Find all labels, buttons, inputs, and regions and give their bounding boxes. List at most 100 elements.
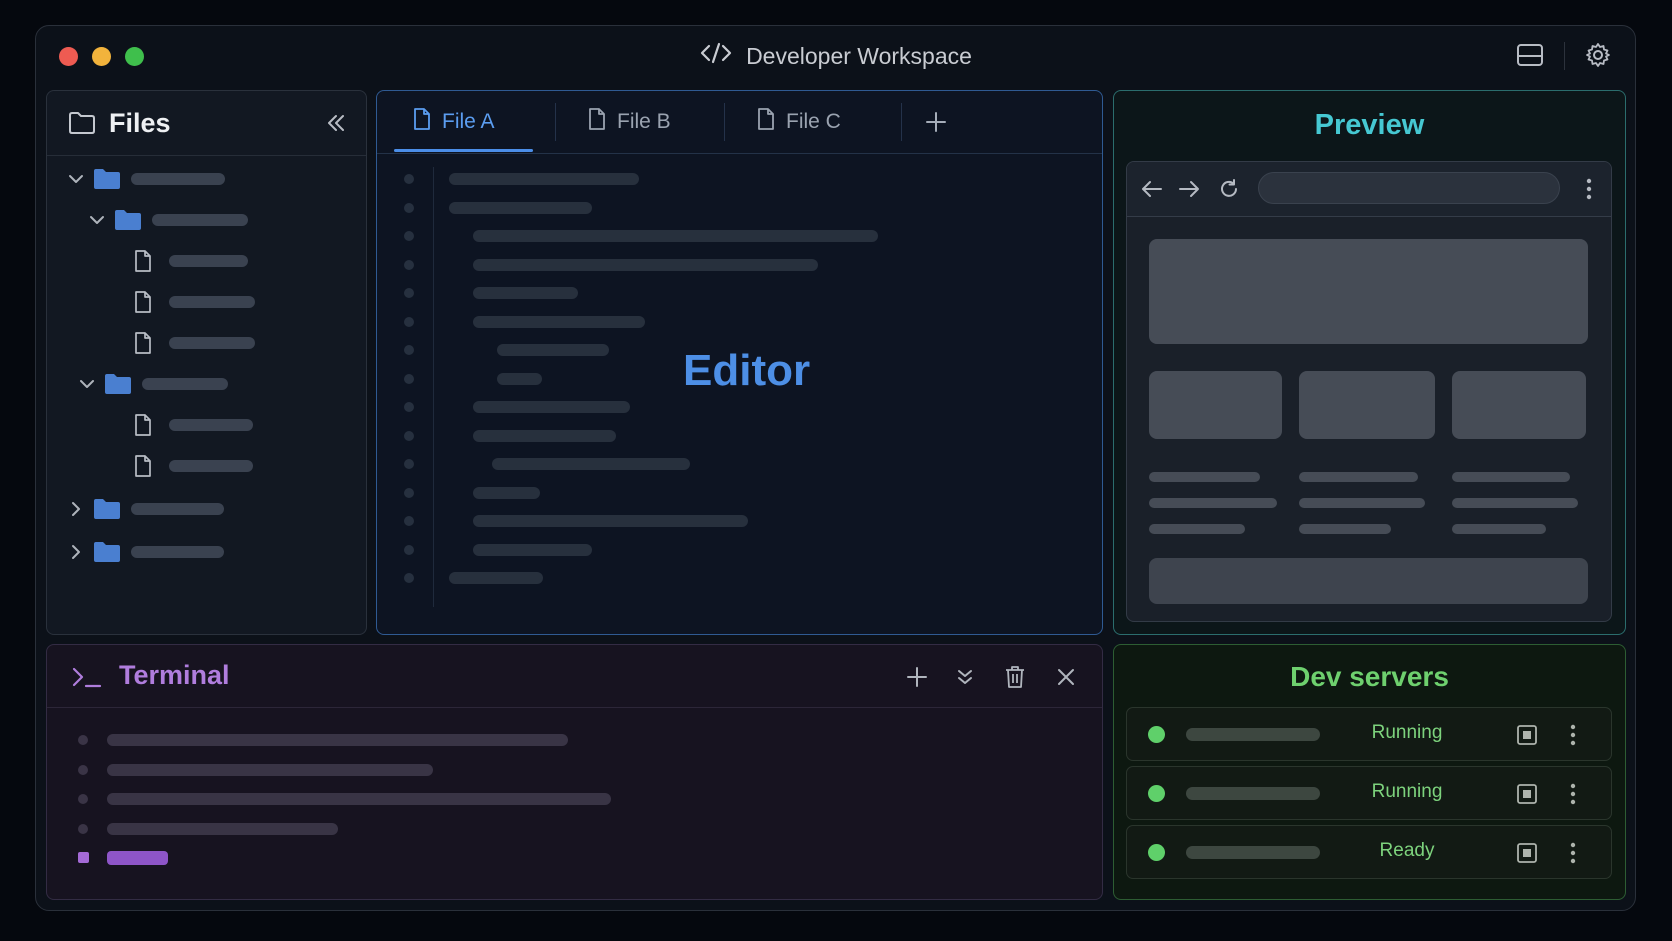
window-title: Developer Workspace xyxy=(746,42,972,69)
chevron-right-icon[interactable] xyxy=(67,544,85,560)
settings-gear-icon[interactable] xyxy=(1583,40,1613,70)
line-marker xyxy=(404,259,414,270)
line-marker xyxy=(404,459,414,469)
file-icon xyxy=(587,107,607,137)
close-icon[interactable] xyxy=(1053,664,1079,690)
tree-folder-row[interactable] xyxy=(47,368,366,400)
line-marker xyxy=(404,373,414,384)
file-icon xyxy=(133,413,153,437)
tree-file-row[interactable] xyxy=(47,286,366,318)
toolbar-divider xyxy=(1564,42,1565,70)
file-icon xyxy=(133,290,153,314)
address-bar[interactable] xyxy=(1258,172,1560,204)
tab-file-a[interactable]: File A xyxy=(412,91,495,153)
code-line-placeholder xyxy=(449,201,592,214)
back-arrow-icon[interactable] xyxy=(1139,176,1165,202)
code-line-placeholder xyxy=(449,173,639,185)
chevron-down-icon[interactable] xyxy=(88,212,106,228)
line-marker xyxy=(404,231,414,241)
reload-icon[interactable] xyxy=(1215,175,1243,203)
code-line-placeholder xyxy=(473,543,592,556)
layout-icon[interactable] xyxy=(1515,40,1545,70)
tab-divider xyxy=(555,103,556,141)
tree-file-row[interactable] xyxy=(47,450,366,482)
trash-icon[interactable] xyxy=(1002,663,1028,691)
tree-folder-row[interactable] xyxy=(47,163,366,195)
line-marker xyxy=(404,573,414,583)
file-name-placeholder xyxy=(169,419,253,431)
folder-icon xyxy=(93,168,121,190)
plus-icon[interactable] xyxy=(904,664,930,690)
code-line-placeholder xyxy=(473,258,818,271)
line-marker xyxy=(404,345,414,355)
code-icon xyxy=(700,41,732,71)
server-name-placeholder xyxy=(1186,728,1320,741)
terminal-panel: Terminal xyxy=(46,644,1103,900)
code-line-placeholder xyxy=(473,486,540,499)
file-name-placeholder xyxy=(169,460,253,472)
line-marker xyxy=(78,764,88,775)
terminal-prompt-icon xyxy=(71,665,103,689)
status-dot xyxy=(1148,844,1165,861)
folder-icon xyxy=(67,109,97,137)
card-block xyxy=(1299,371,1435,439)
tree-folder-row[interactable] xyxy=(47,536,366,568)
terminal-title: Terminal xyxy=(119,660,230,690)
tab-label: File A xyxy=(442,110,495,133)
plus-icon[interactable] xyxy=(922,108,950,136)
chevron-right-icon[interactable] xyxy=(67,501,85,517)
tab-file-c[interactable]: File C xyxy=(756,91,841,153)
server-row[interactable]: Running xyxy=(1126,766,1612,820)
active-tab-indicator xyxy=(394,149,533,152)
text-line-placeholder xyxy=(1452,524,1546,534)
dev-servers-title: Dev servers xyxy=(1290,661,1449,692)
more-vertical-icon[interactable] xyxy=(1563,781,1583,807)
line-marker xyxy=(404,288,414,298)
folder-name-placeholder xyxy=(131,546,224,558)
stop-icon[interactable] xyxy=(1514,840,1540,866)
more-vertical-icon[interactable] xyxy=(1563,722,1583,748)
line-marker xyxy=(404,544,414,555)
code-line-placeholder xyxy=(473,315,645,328)
forward-arrow-icon[interactable] xyxy=(1176,176,1202,202)
hero-block xyxy=(1149,239,1588,344)
file-name-placeholder xyxy=(169,255,248,267)
stop-icon[interactable] xyxy=(1514,781,1540,807)
prompt-marker xyxy=(78,852,89,863)
tree-file-row[interactable] xyxy=(47,245,366,277)
split-chevron-icon[interactable] xyxy=(952,664,978,690)
tab-file-b[interactable]: File B xyxy=(587,91,671,153)
collapse-double-chevron-icon[interactable] xyxy=(323,109,349,137)
stop-icon[interactable] xyxy=(1514,722,1540,748)
more-vertical-icon[interactable] xyxy=(1563,840,1583,866)
chevron-down-icon[interactable] xyxy=(67,171,85,187)
server-row[interactable]: Running xyxy=(1126,707,1612,761)
chevron-down-icon[interactable] xyxy=(78,376,96,392)
current-input-placeholder[interactable] xyxy=(107,851,168,865)
output-line-placeholder xyxy=(107,734,568,746)
tree-folder-row[interactable] xyxy=(47,493,366,525)
code-line-placeholder xyxy=(473,429,616,442)
tree-file-row[interactable] xyxy=(47,327,366,359)
server-row[interactable]: Ready xyxy=(1126,825,1612,879)
files-panel: Files xyxy=(46,90,367,635)
text-line-placeholder xyxy=(1299,472,1418,482)
tab-divider xyxy=(901,103,902,141)
line-marker xyxy=(78,823,88,834)
tree-folder-row[interactable] xyxy=(47,204,366,236)
server-status: Ready xyxy=(1379,840,1435,861)
code-line-placeholder xyxy=(473,515,748,527)
folder-name-placeholder xyxy=(131,173,225,185)
text-line-placeholder xyxy=(1149,472,1260,482)
server-name-placeholder xyxy=(1186,787,1320,800)
line-marker xyxy=(78,794,88,804)
line-marker xyxy=(404,174,414,184)
editor-panel: File A File B File C Editor xyxy=(376,90,1103,635)
folder-name-placeholder xyxy=(142,378,228,390)
more-vertical-icon[interactable] xyxy=(1579,176,1599,202)
folder-icon xyxy=(114,209,142,231)
text-line-placeholder xyxy=(1149,524,1245,534)
tree-file-row[interactable] xyxy=(47,409,366,441)
server-name-placeholder xyxy=(1186,846,1320,859)
text-line-placeholder xyxy=(1452,472,1570,482)
